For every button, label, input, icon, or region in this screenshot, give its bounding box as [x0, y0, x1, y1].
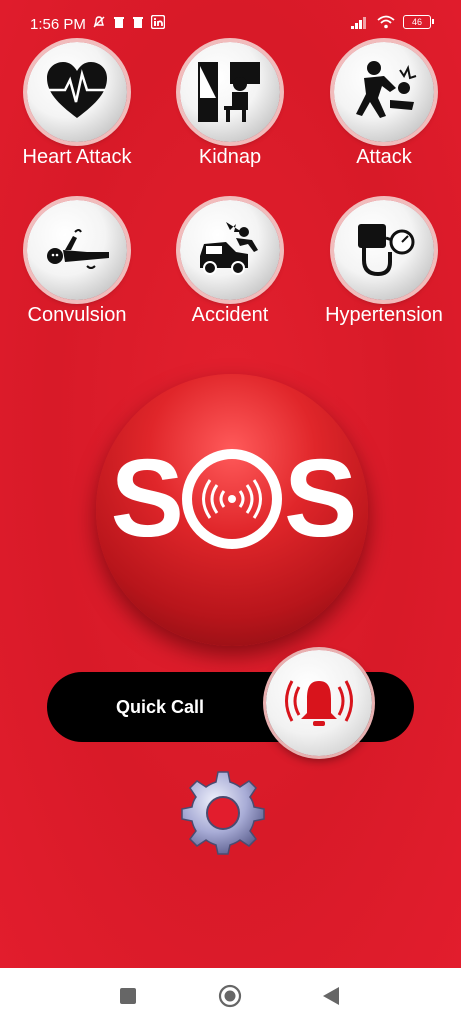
- notification-icons: [92, 15, 165, 29]
- attack-button[interactable]: [334, 42, 434, 142]
- kidnap-button[interactable]: [180, 42, 280, 142]
- convulsion-button[interactable]: [27, 200, 127, 300]
- signal-icon: [351, 16, 366, 29]
- trash-icon: [114, 16, 124, 28]
- trash-icon: [133, 16, 143, 28]
- emergency-label: Convulsion: [27, 304, 127, 326]
- system-icons: 46: [351, 15, 434, 29]
- blood-pressure-icon: [358, 224, 415, 277]
- emergency-label: Heart Attack: [22, 146, 132, 168]
- broadcast-icon: [182, 448, 282, 549]
- quick-call-button[interactable]: [266, 650, 372, 756]
- emergency-hypertension[interactable]: Hypertension: [307, 200, 461, 350]
- recents-button[interactable]: [119, 987, 137, 1005]
- heart-pulse-icon: [47, 62, 107, 118]
- quick-call-label: Quick Call: [116, 697, 205, 717]
- back-button[interactable]: [322, 986, 340, 1006]
- attack-icon: [356, 61, 417, 118]
- emergency-attack[interactable]: Attack: [307, 42, 461, 192]
- sos-logo: S S: [96, 444, 368, 557]
- heart-attack-button[interactable]: [27, 42, 127, 142]
- emergency-label: Hypertension: [325, 304, 443, 326]
- sos-button[interactable]: S S: [96, 374, 368, 646]
- home-button[interactable]: [218, 984, 242, 1008]
- emergency-convulsion[interactable]: Convulsion: [0, 200, 154, 350]
- app-screen: 1:56 PM 46 Heart Attack Kidnap Attack Co…: [0, 0, 461, 968]
- emergency-label: Accident: [191, 304, 269, 326]
- kidnap-icon: [198, 62, 260, 122]
- system-nav-bar: [0, 968, 461, 1024]
- wifi-icon: [377, 15, 395, 29]
- emergency-heart-attack[interactable]: Heart Attack: [0, 42, 154, 192]
- battery-icon: 46: [403, 15, 434, 29]
- sos-letter-s: S: [110, 437, 184, 560]
- car-accident-icon: [200, 222, 258, 275]
- muted-bell-icon: [93, 16, 105, 28]
- alarm-bell-icon: [285, 680, 353, 726]
- sos-letter-s: S: [284, 437, 357, 560]
- emergency-label: Attack: [356, 146, 412, 168]
- emergency-accident[interactable]: Accident: [153, 200, 307, 350]
- hypertension-button[interactable]: [334, 200, 434, 300]
- gear-icon[interactable]: [178, 768, 268, 858]
- convulsion-icon: [47, 229, 109, 269]
- accident-button[interactable]: [180, 200, 280, 300]
- emergency-kidnap[interactable]: Kidnap: [153, 42, 307, 192]
- linkedin-icon: [151, 15, 165, 29]
- status-bar: 1:56 PM 46: [0, 0, 461, 48]
- status-time: 1:56 PM: [30, 16, 86, 33]
- emergency-label: Kidnap: [198, 146, 262, 168]
